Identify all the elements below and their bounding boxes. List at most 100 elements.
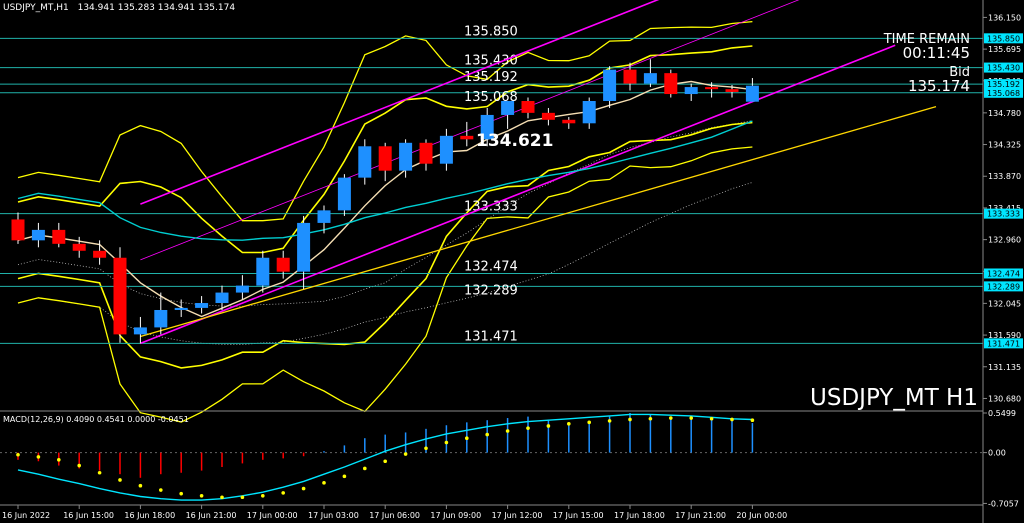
macd-signal-dot <box>220 495 224 500</box>
symbol-watermark: USDJPY_MT H1 <box>810 385 978 411</box>
price-tick-label: 130.680 <box>988 394 1021 403</box>
candle-body <box>684 87 698 95</box>
candle-body <box>378 146 392 171</box>
macd-signal-dot <box>97 470 102 475</box>
price-tick-label: 136.150 <box>988 13 1021 22</box>
time-tick-label: 17 Jun 03:00 <box>308 511 359 520</box>
symbol-line: USDJPY_MT,H1 <box>3 3 69 13</box>
level-tag-text: 131.471 <box>987 339 1020 348</box>
bid-value: 135.174 <box>908 77 970 95</box>
candle-body <box>705 87 719 90</box>
candle-body <box>52 229 66 244</box>
macd-tick-label: 0.00 <box>988 449 1006 458</box>
macd-signal-dot <box>709 416 714 421</box>
candle-body <box>235 285 249 293</box>
candle-body <box>745 85 759 102</box>
macd-signal-dot <box>16 452 20 457</box>
candle-body <box>521 101 535 113</box>
candle-body <box>93 250 107 258</box>
candle-body <box>725 89 739 92</box>
candle-body <box>256 257 270 286</box>
candle-body <box>603 69 617 102</box>
candle-body <box>541 112 555 120</box>
current-price-label: 134.621 <box>476 131 553 151</box>
macd-signal-dot <box>36 455 41 459</box>
candle-body <box>501 101 515 115</box>
price-tick-label: 133.870 <box>988 172 1021 181</box>
price-tick-label: 134.325 <box>988 141 1021 150</box>
candle-body <box>317 210 331 223</box>
macd-signal-dot <box>526 426 530 430</box>
time-tick-label: 17 Jun 15:00 <box>553 511 604 520</box>
macd-signal-dot <box>587 420 591 425</box>
price-tick-label: 131.135 <box>988 363 1021 372</box>
time-tick-label: 17 Jun 00:00 <box>247 511 298 520</box>
macd-signal-dot <box>363 466 367 471</box>
macd-signal-dot <box>689 416 693 420</box>
time-tick-label: 17 Jun 18:00 <box>614 511 665 520</box>
macd-signal-dot <box>505 429 510 433</box>
price-tick-label: 135.695 <box>988 45 1021 54</box>
candle-body <box>460 135 474 140</box>
macd-signal-dot <box>159 488 163 492</box>
candle-body <box>195 303 209 308</box>
time-tick-label: 17 Jun 09:00 <box>430 511 481 520</box>
candle-body <box>439 135 453 164</box>
macd-signal-dot <box>179 491 183 496</box>
time-tick-label: 16 Jun 2022 <box>2 511 50 520</box>
macd-signal-dot <box>669 416 673 420</box>
symbol-ohlc-header: USDJPY_MT,H1 134.941 135.283 134.941 135… <box>3 3 235 13</box>
macd-signal-dot <box>199 494 204 498</box>
candle-body <box>419 142 433 164</box>
macd-signal-dot <box>648 416 653 421</box>
level-label: 131.471 <box>464 329 518 344</box>
level-tag-text: 133.333 <box>987 210 1020 219</box>
macd-signal-dot <box>240 495 245 500</box>
time-tick-label: 16 Jun 21:00 <box>186 511 237 520</box>
macd-signal-dot <box>57 458 61 462</box>
candle-body <box>623 69 637 84</box>
macd-signal-dot <box>485 432 490 437</box>
time-tick-label: 17 Jun 06:00 <box>369 511 420 520</box>
candle-body <box>337 177 351 211</box>
time-tick-label: 17 Jun 12:00 <box>492 511 543 520</box>
price-tick-label: 132.045 <box>988 299 1021 308</box>
macd-signal-dot <box>628 417 632 422</box>
candle-body <box>11 219 25 241</box>
level-label: 135.850 <box>464 24 518 39</box>
macd-signal-dot <box>546 424 551 428</box>
macd-signal-dot <box>567 422 571 426</box>
candle-body <box>133 327 147 335</box>
level-tag-text: 135.430 <box>987 64 1020 73</box>
level-tag-text: 135.850 <box>987 34 1020 43</box>
time-tick-label: 16 Jun 18:00 <box>124 511 175 520</box>
macd-header: MACD(12,26,9) 0.4090 0.4541 0.0000 -0.04… <box>3 415 189 424</box>
level-label: 132.474 <box>464 259 518 274</box>
macd-signal-dot <box>383 459 388 464</box>
level-tag-text: 135.068 <box>987 89 1020 98</box>
candle-body <box>154 309 168 328</box>
macd-signal-dot <box>301 486 306 491</box>
time-remain-value: 00:11:45 <box>903 44 970 62</box>
macd-signal-dot <box>118 478 122 482</box>
macd-signal-dot <box>607 419 612 423</box>
candle-body <box>297 222 311 272</box>
macd-signal-dot <box>750 418 755 423</box>
macd-signal-dot <box>281 491 286 495</box>
macd-tick-label: 0.5499 <box>988 409 1016 418</box>
candle-body <box>174 307 188 310</box>
price-tick-label: 132.960 <box>988 236 1021 245</box>
macd-signal-dot <box>730 417 734 422</box>
price-tick-label: 134.780 <box>988 109 1021 118</box>
macd-tick-label: -0.7057 <box>988 499 1019 508</box>
macd-signal-dot <box>77 463 81 468</box>
candle-body <box>643 73 657 84</box>
time-tick-label: 16 Jun 15:00 <box>63 511 114 520</box>
chart-canvas: 135.850135.430135.192135.068133.333132.4… <box>0 0 1024 523</box>
time-tick-label: 20 Jun 00:00 <box>736 511 787 520</box>
candle-body <box>582 101 596 124</box>
level-label: 132.289 <box>464 283 518 298</box>
candle-body <box>399 142 413 171</box>
candle-body <box>562 119 576 124</box>
candle-body <box>664 73 678 95</box>
